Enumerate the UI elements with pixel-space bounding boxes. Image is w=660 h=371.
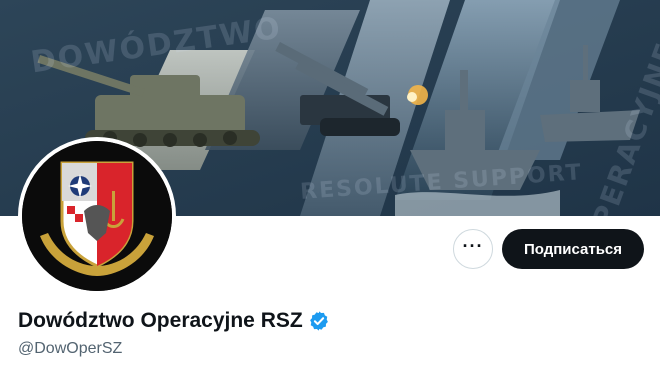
display-name: Dowództwo Operacyjne RSZ — [18, 309, 303, 332]
profile-name-row: Dowództwo Operacyjne RSZ — [18, 309, 330, 333]
avatar-emblem-image — [22, 141, 172, 291]
more-options-button[interactable]: ··· — [453, 229, 493, 269]
avatar[interactable] — [18, 137, 176, 295]
more-horizontal-icon: ··· — [462, 236, 484, 256]
verified-badge-icon[interactable] — [308, 310, 330, 332]
follow-button[interactable]: Подписаться — [502, 229, 644, 269]
profile-handle: @DowOperSZ — [18, 340, 123, 357]
